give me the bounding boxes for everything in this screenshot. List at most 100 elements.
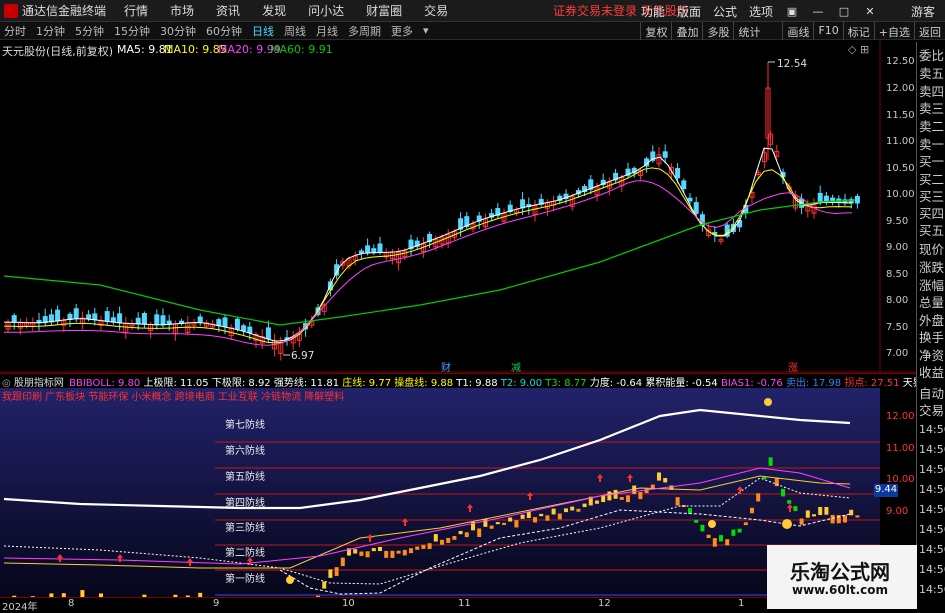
indicator-candle	[533, 517, 537, 523]
panel-item-price[interactable]: 现价	[919, 242, 944, 257]
close-icon[interactable]: ✕	[863, 5, 877, 18]
period-toolbar: 分时 1分钟 5分钟 15分钟 30分钟 60分钟 日线 周线 月线 多周期 更…	[0, 22, 945, 40]
panel-item-buy5[interactable]: 买五	[919, 223, 944, 238]
indicator-value: 下极限: 8.92	[211, 378, 271, 387]
panel-item-net-asset[interactable]: 净资	[919, 348, 944, 363]
candle-body	[216, 319, 222, 326]
panel-item-buy4[interactable]: 买四	[919, 206, 944, 221]
menu-options[interactable]: 选项	[749, 3, 773, 20]
panel-item-trade[interactable]: 交易	[919, 403, 944, 418]
date-label: 1	[738, 598, 745, 609]
back-button[interactable]: 返回	[914, 22, 945, 40]
watermark-url: www.60lt.com	[792, 583, 889, 597]
panel-item-turnover[interactable]: 换手	[919, 330, 944, 345]
minimize-icon[interactable]: —	[811, 5, 825, 18]
panel-item-buy2[interactable]: 买二	[919, 172, 944, 187]
panel-item-sell2[interactable]: 卖二	[919, 119, 944, 134]
date-axis	[0, 597, 880, 609]
f10-button[interactable]: F10	[813, 22, 842, 40]
event-marker-finance[interactable]: 财	[441, 359, 451, 374]
menu-layout[interactable]: 版面	[677, 3, 701, 20]
indicator-candle	[824, 507, 829, 515]
menu-item-ask[interactable]: 问小达	[308, 2, 344, 19]
indicator-candle	[849, 509, 854, 516]
menu-formula[interactable]: 公式	[713, 3, 737, 20]
mark-button[interactable]: 标记	[842, 22, 874, 40]
event-marker-limit-up[interactable]: 涨	[788, 359, 798, 374]
multi-stock-button[interactable]: 多股	[702, 22, 733, 40]
indicator-value: T2: 9.00	[500, 378, 543, 387]
panel-item-buy3[interactable]: 买三	[919, 189, 944, 204]
panel-item-buy1[interactable]: 买一	[919, 154, 944, 169]
panel-item-outer[interactable]: 外盘	[919, 313, 944, 328]
defense-line-5: 第五防线	[225, 472, 265, 483]
high-price-label: 12.54	[777, 58, 808, 70]
candle-body	[73, 308, 79, 320]
period-tab-15min[interactable]: 15分钟	[114, 23, 150, 39]
indicator-value: 卖出: 17.98	[785, 378, 842, 387]
indicator-candle	[371, 548, 376, 552]
candle-body	[365, 245, 371, 254]
period-tab-60min[interactable]: 60分钟	[206, 23, 242, 39]
period-tab-5min[interactable]: 5分钟	[75, 23, 104, 39]
indicator-candle	[750, 507, 754, 514]
defense-line-4: 第四防线	[225, 498, 265, 509]
maximize-icon[interactable]: □	[837, 5, 851, 18]
panel-item-sell3[interactable]: 卖三	[919, 101, 944, 116]
draw-line-button[interactable]: 画线	[782, 22, 813, 40]
chart-nav-icons[interactable]: ◇ ⊞	[848, 43, 869, 56]
stats-button[interactable]: 统计	[733, 22, 764, 40]
panel-item-auto[interactable]: 自动	[919, 386, 944, 401]
panel-item-change[interactable]: 涨跌	[919, 260, 944, 275]
event-marker-reduce[interactable]: 减	[511, 359, 521, 374]
smiley-icon	[782, 519, 792, 529]
period-tab-intraday[interactable]: 分时	[4, 23, 26, 39]
peak-marker	[764, 398, 772, 406]
panel-item-wei-bi[interactable]: 委比	[919, 48, 944, 63]
candle-body	[241, 325, 247, 332]
tick-time: 14:56	[919, 463, 945, 476]
overlay-button[interactable]: 叠加	[671, 22, 702, 40]
panel-item-change-pct[interactable]: 涨幅	[919, 278, 944, 293]
period-tab-30min[interactable]: 30分钟	[160, 23, 196, 39]
indicator-name[interactable]: 股朋指标网	[14, 378, 64, 387]
menu-item-news[interactable]: 资讯	[216, 2, 240, 19]
panel-item-earnings[interactable]: 收益	[919, 365, 944, 380]
period-tab-more[interactable]: 更多	[391, 23, 413, 39]
user-label[interactable]: 游客	[911, 3, 935, 20]
adjust-button[interactable]: 复权	[640, 22, 671, 40]
panel-item-sell1[interactable]: 卖一	[919, 137, 944, 152]
menu-bar: 通达信金融终端 行情 市场 资讯 发现 问小达 财富圈 交易 证券交易未登录 天…	[0, 0, 945, 22]
menu-item-quotes[interactable]: 行情	[124, 2, 148, 19]
panel-item-sell5[interactable]: 卖五	[919, 66, 944, 81]
menu-item-wealth[interactable]: 财富圈	[366, 2, 402, 19]
indicator-candle	[737, 528, 742, 533]
period-tab-daily[interactable]: 日线	[252, 23, 274, 39]
indicator-value: 上极限: 11.05	[143, 378, 209, 387]
skin-icon[interactable]: ▣	[785, 5, 799, 18]
indicator-candle	[322, 581, 327, 589]
indicator-candle	[359, 551, 364, 556]
period-tab-monthly[interactable]: 月线	[316, 23, 338, 39]
candle-body	[234, 318, 240, 330]
panel-item-volume[interactable]: 总量	[919, 295, 944, 310]
menu-item-discover[interactable]: 发现	[262, 2, 286, 19]
period-tab-multi[interactable]: 多周期	[348, 23, 381, 39]
main-chart-area[interactable]	[0, 40, 916, 373]
menu-item-market[interactable]: 市场	[170, 2, 194, 19]
indicator-candle	[830, 514, 835, 524]
period-tab-weekly[interactable]: 周线	[284, 23, 306, 39]
add-watchlist-button[interactable]: +自选	[873, 22, 914, 40]
defense-line-3: 第三防线	[225, 523, 265, 534]
indicator-panel[interactable]	[0, 388, 880, 598]
menu-function[interactable]: 功能	[641, 3, 665, 20]
indicator-y-tick: 11.00	[886, 443, 915, 454]
menu-item-trade[interactable]: 交易	[424, 2, 448, 19]
indicator-collapse-icon[interactable]: ◎	[2, 378, 11, 387]
candle-body	[371, 248, 377, 254]
more-dropdown-icon[interactable]: ▾	[423, 24, 429, 37]
candle-body	[662, 151, 668, 158]
period-tab-1min[interactable]: 1分钟	[36, 23, 65, 39]
panel-item-sell4[interactable]: 卖四	[919, 84, 944, 99]
candle-body	[154, 314, 160, 326]
